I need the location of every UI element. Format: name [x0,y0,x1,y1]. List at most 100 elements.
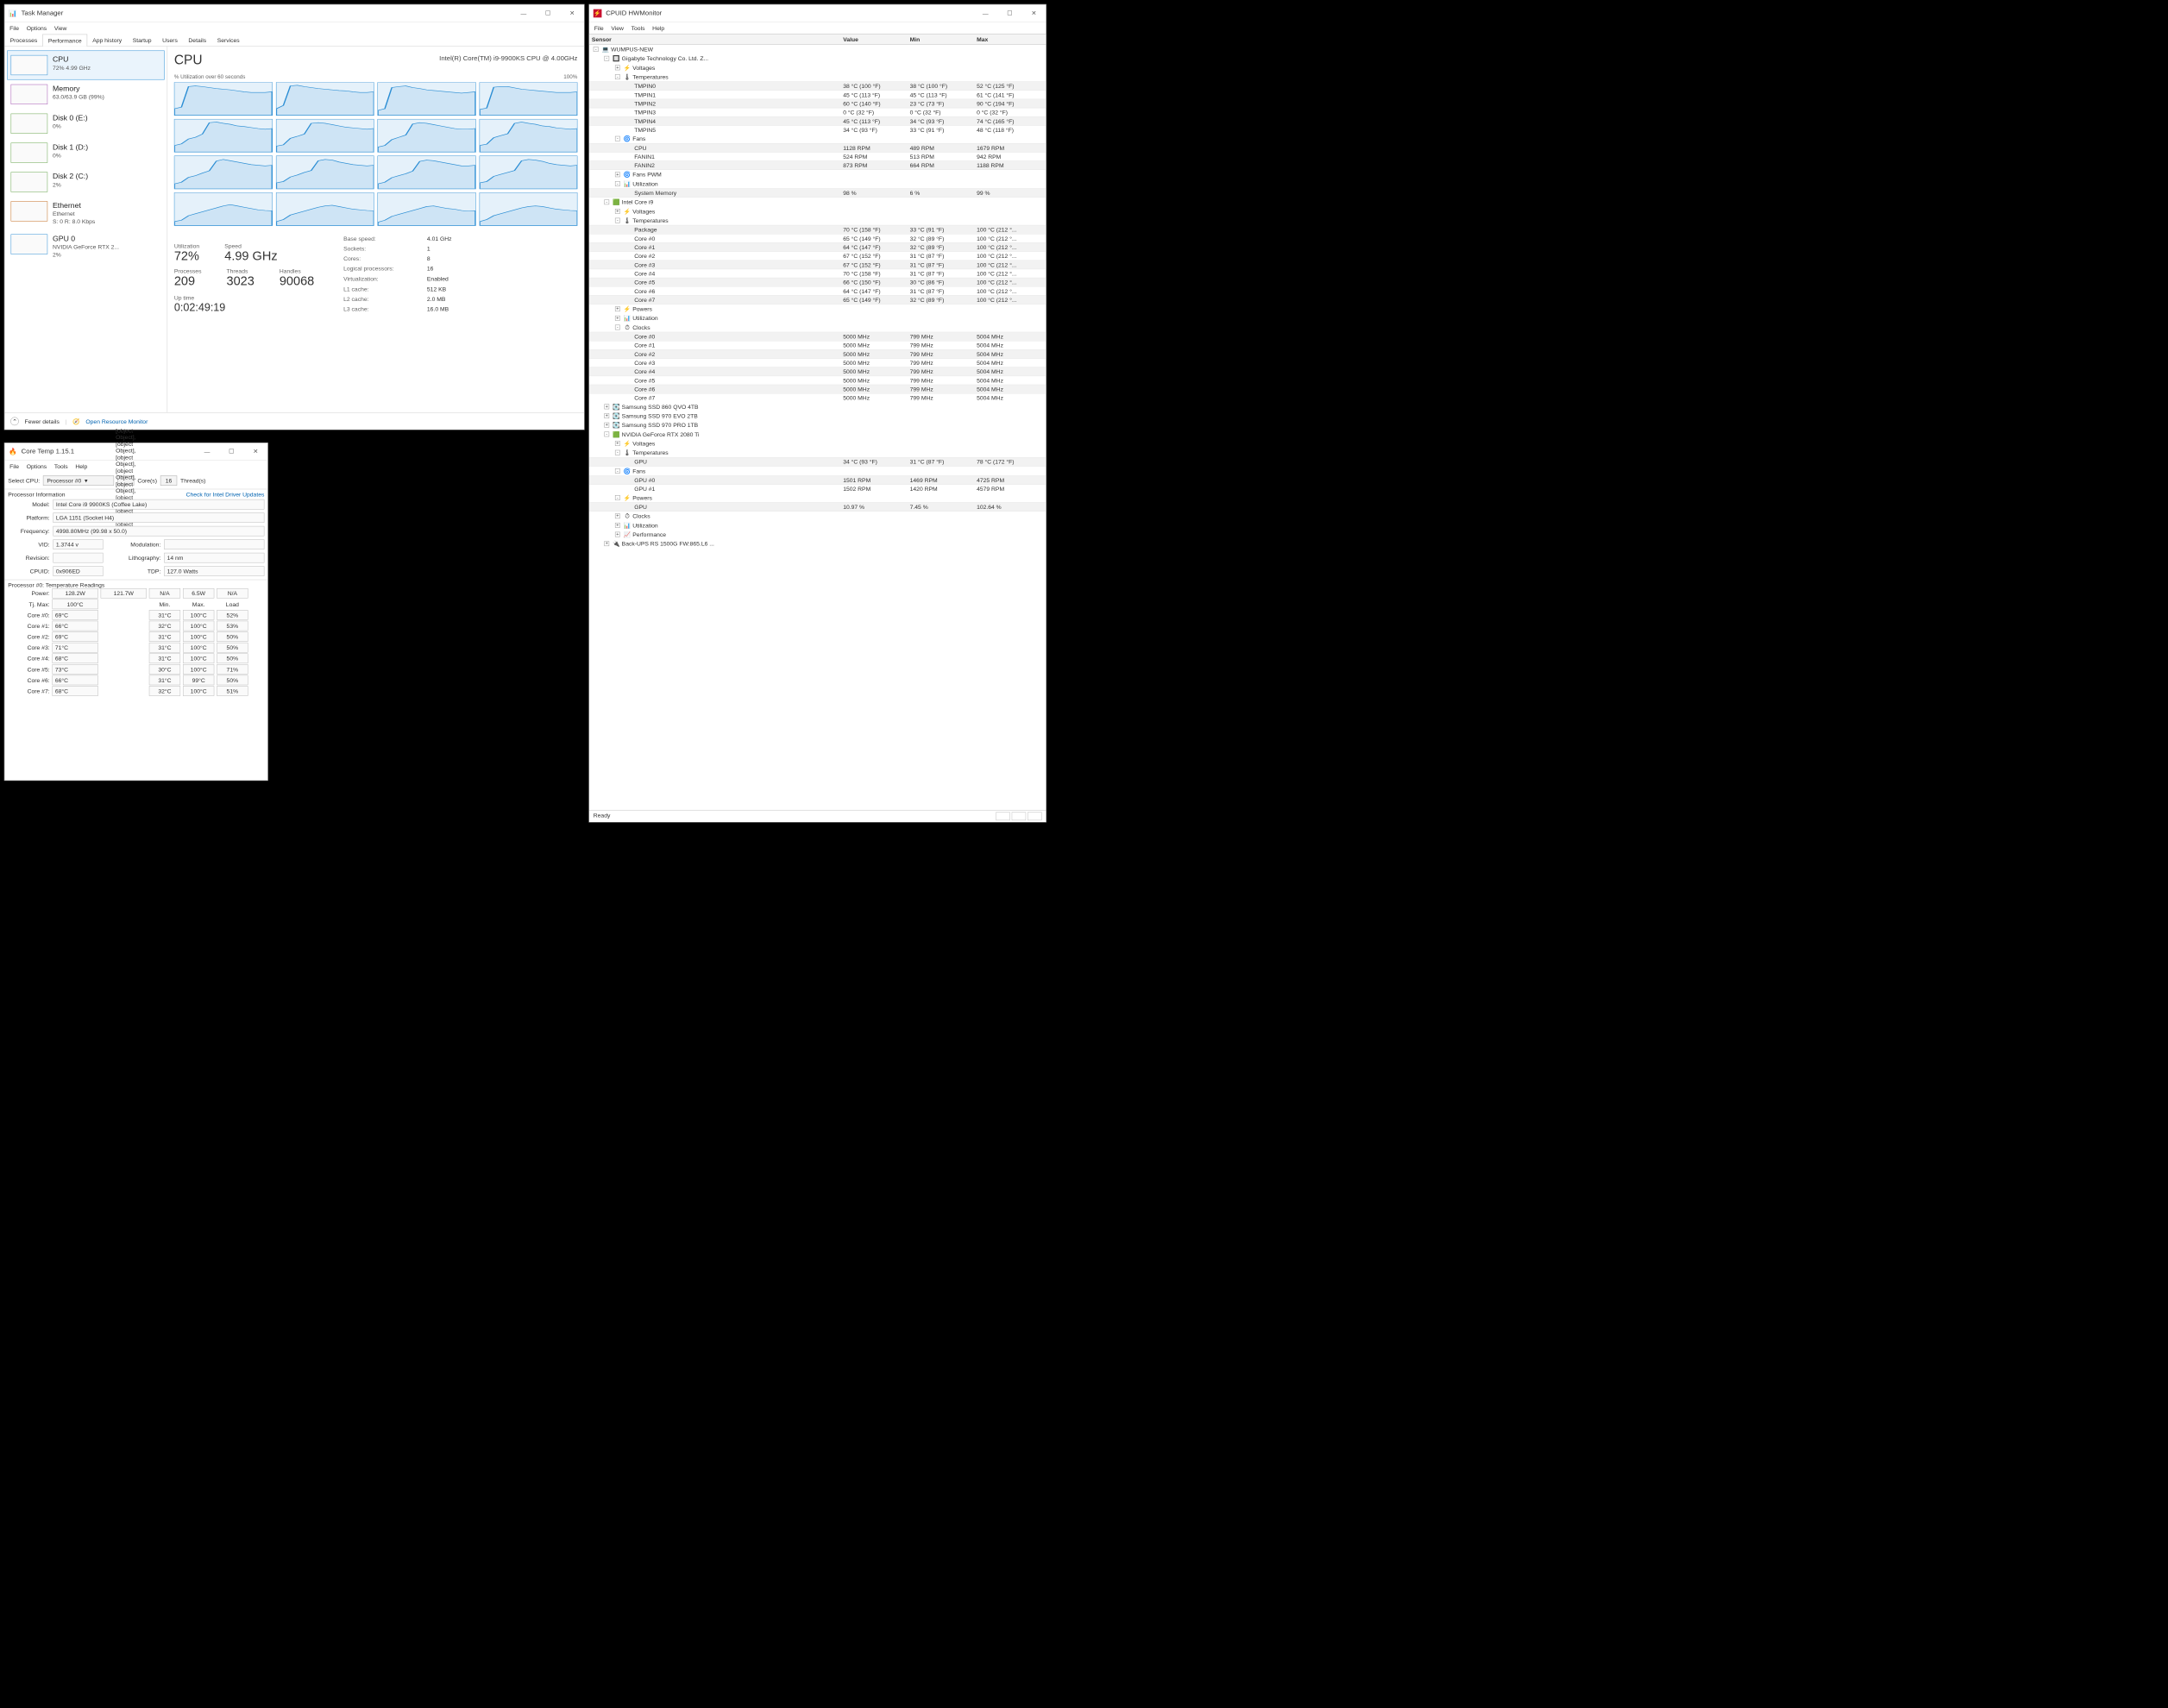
collapse-icon[interactable]: - [604,431,609,436]
expand-icon[interactable]: + [604,541,609,546]
menu-file[interactable]: File [594,25,604,32]
sensor-tree[interactable]: -💻WUMPUS-NEW-🔲Gigabyte Technology Co. Lt… [589,45,1046,810]
expand-icon[interactable]: + [615,172,620,177]
menu-view[interactable]: View [54,25,67,32]
tree-row[interactable]: -💻WUMPUS-NEW [589,45,1046,54]
menu-tools[interactable]: Tools [632,25,645,32]
close-button[interactable]: ✕ [243,443,267,460]
tree-row[interactable]: +💽Samsung SSD 860 QVO 4TB [589,402,1046,411]
close-button[interactable]: ✕ [1021,4,1046,22]
collapse-icon[interactable]: - [615,495,620,500]
tree-row[interactable]: Core #65000 MHz799 MHz5004 MHz [589,385,1046,394]
tree-row[interactable]: TMPIN145 °C (113 °F)45 °C (113 °F)61 °C … [589,91,1046,99]
tree-row[interactable]: +🌀Fans PWM [589,170,1046,179]
collapse-icon[interactable]: - [615,450,620,455]
tree-row[interactable]: CPU1128 RPM489 RPM1679 RPM [589,143,1046,153]
collapse-icon[interactable]: - [615,136,620,141]
collapse-icon[interactable]: - [615,468,620,474]
expand-icon[interactable]: + [615,316,620,321]
tree-row[interactable]: Core #566 °C (150 °F)30 °C (86 °F)100 °C… [589,278,1046,287]
open-resource-monitor-link[interactable]: Open Resource Monitor [85,418,148,424]
collapse-icon[interactable]: - [604,56,609,61]
tree-row[interactable]: -🌡Temperatures [589,72,1046,82]
col-min[interactable]: Min [910,36,977,43]
tree-row[interactable]: +📊Utilization [589,313,1046,323]
tree-row[interactable]: -🌡Temperatures [589,216,1046,225]
tree-row[interactable]: -🟩Intel Core i9 [589,198,1046,207]
tree-row[interactable]: +⚡Voltages [589,63,1046,72]
minimize-button[interactable]: — [512,4,536,22]
sidebar-item-ethernet[interactable]: EthernetEthernetS: 0 R: 8.0 Kbps [7,197,164,229]
tree-row[interactable]: +📊Utilization [589,521,1046,531]
tree-row[interactable]: Core #25000 MHz799 MHz5004 MHz [589,349,1046,359]
menu-help[interactable]: Help [652,25,664,32]
titlebar[interactable]: ⚡ CPUID HWMonitor — ☐ ✕ [589,4,1046,22]
expand-icon[interactable]: + [615,513,620,518]
tree-row[interactable]: Core #05000 MHz799 MHz5004 MHz [589,332,1046,342]
tree-row[interactable]: Core #45000 MHz799 MHz5004 MHz [589,367,1046,376]
sidebar-item-disk-2-c-[interactable]: Disk 2 (C:)2% [7,167,164,197]
menu-options[interactable]: Options [27,463,47,470]
tree-row[interactable]: GPU #01501 RPM1469 RPM4725 RPM [589,475,1046,485]
expand-icon[interactable]: + [615,66,620,71]
tree-row[interactable]: GPU10.97 %7.45 %102.64 % [589,502,1046,512]
tab-services[interactable]: Services [211,34,245,46]
col-sensor[interactable]: Sensor [592,36,843,43]
menu-file[interactable]: File [9,463,19,470]
tree-row[interactable]: -🟩NVIDIA GeForce RTX 2080 Ti [589,430,1046,439]
collapse-icon[interactable]: - [604,199,609,204]
tree-row[interactable]: GPU #11502 RPM1420 RPM4579 RPM [589,485,1046,493]
col-max[interactable]: Max [977,36,1043,43]
titlebar[interactable]: 📊 Task Manager — ☐ ✕ [4,4,584,22]
tree-row[interactable]: Core #75000 MHz799 MHz5004 MHz [589,393,1046,402]
expand-icon[interactable]: + [615,306,620,311]
tree-row[interactable]: +🔌Back-UPS RS 1500G FW:865.L6 ... [589,539,1046,549]
tab-details[interactable]: Details [183,34,211,46]
tree-row[interactable]: TMPIN30 °C (32 °F)0 °C (32 °F)0 °C (32 °… [589,108,1046,116]
tree-row[interactable]: GPU34 °C (93 °F)31 °C (87 °F)78 °C (172 … [589,457,1046,467]
tree-row[interactable]: Core #664 °C (147 °F)31 °C (87 °F)100 °C… [589,287,1046,296]
tree-row[interactable]: -🌡Temperatures [589,448,1046,457]
expand-icon[interactable]: + [604,405,609,410]
maximize-button[interactable]: ☐ [219,443,243,460]
tab-app-history[interactable]: App history [87,34,127,46]
tree-row[interactable]: FANIN1524 RPM513 RPM942 RPM [589,153,1046,161]
maximize-button[interactable]: ☐ [997,4,1021,22]
tree-row[interactable]: Core #164 °C (147 °F)32 °C (89 °F)100 °C… [589,242,1046,252]
expand-icon[interactable]: + [604,413,609,418]
menu-view[interactable]: View [611,25,624,32]
tree-row[interactable]: -📊Utilization [589,179,1046,189]
tree-row[interactable]: TMPIN038 °C (100 °F)38 °C (100 °F)52 °C … [589,81,1046,91]
driver-updates-link[interactable]: Check for Intel Driver Updates [186,491,265,498]
tab-processes[interactable]: Processes [4,34,42,46]
maximize-button[interactable]: ☐ [536,4,560,22]
tree-row[interactable]: TMPIN260 °C (140 °F)23 °C (73 °F)90 °C (… [589,99,1046,109]
sidebar-item-disk-1-d-[interactable]: Disk 1 (D:)0% [7,138,164,167]
menu-file[interactable]: File [9,25,19,32]
collapse-icon[interactable]: - [615,218,620,223]
tree-row[interactable]: Core #267 °C (152 °F)31 °C (87 °F)100 °C… [589,252,1046,261]
sidebar-item-memory[interactable]: Memory63.0/63.9 GB (99%) [7,79,164,109]
expand-icon[interactable]: + [615,209,620,214]
close-button[interactable]: ✕ [560,4,584,22]
column-header[interactable]: Sensor Value Min Max [589,34,1046,45]
processor-select[interactable]: Processor #0 ▾ [43,475,114,486]
tree-row[interactable]: FANIN2873 RPM664 RPM1188 RPM [589,160,1046,170]
menu-help[interactable]: Help [75,463,87,470]
tab-users[interactable]: Users [157,34,183,46]
tree-row[interactable]: +⏱Clocks [589,512,1046,521]
tree-row[interactable]: +📈Performance [589,530,1046,539]
tree-row[interactable]: +⚡Voltages [589,207,1046,217]
collapse-icon[interactable]: - [615,74,620,79]
tree-row[interactable]: Package70 °C (158 °F)33 °C (91 °F)100 °C… [589,225,1046,235]
fewer-details-link[interactable]: Fewer details [25,418,60,424]
collapse-icon[interactable]: - [615,325,620,330]
tab-startup[interactable]: Startup [127,34,156,46]
tree-row[interactable]: TMPIN534 °C (93 °F)33 °C (91 °F)48 °C (1… [589,126,1046,135]
tree-row[interactable]: System Memory98 %6 %99 % [589,188,1046,198]
tree-row[interactable]: -⏱Clocks [589,323,1046,332]
tree-row[interactable]: +⚡Powers [589,305,1046,314]
sidebar-item-gpu-0[interactable]: GPU 0NVIDIA GeForce RTX 2...2% [7,229,164,262]
minimize-button[interactable]: — [973,4,997,22]
collapse-icon[interactable]: - [615,181,620,186]
